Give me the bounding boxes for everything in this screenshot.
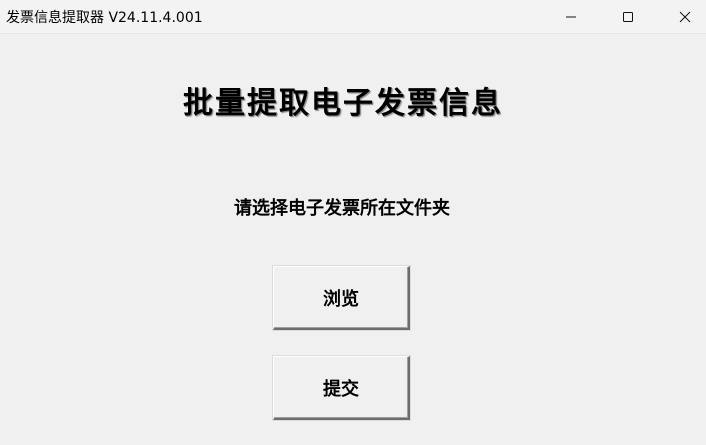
- page-heading: 批量提取电子发票信息: [183, 86, 503, 121]
- close-button[interactable]: [662, 0, 706, 34]
- minimize-button[interactable]: [548, 0, 594, 34]
- close-icon: [679, 11, 691, 23]
- window-title: 发票信息提取器 V24.11.4.001: [6, 10, 203, 26]
- submit-button[interactable]: 提交: [273, 356, 410, 420]
- main-content: 批量提取电子发票信息 请选择电子发票所在文件夹 浏览 提交: [0, 34, 706, 445]
- minimize-icon: [566, 16, 576, 18]
- app-window: 发票信息提取器 V24.11.4.001 批量提取电子发票信息 请选择电子发票所…: [0, 0, 706, 445]
- browse-button[interactable]: 浏览: [273, 266, 410, 330]
- title-bar[interactable]: 发票信息提取器 V24.11.4.001: [0, 0, 706, 34]
- maximize-button[interactable]: [605, 0, 651, 34]
- maximize-icon: [623, 12, 633, 22]
- folder-prompt-label: 请选择电子发票所在文件夹: [234, 198, 450, 219]
